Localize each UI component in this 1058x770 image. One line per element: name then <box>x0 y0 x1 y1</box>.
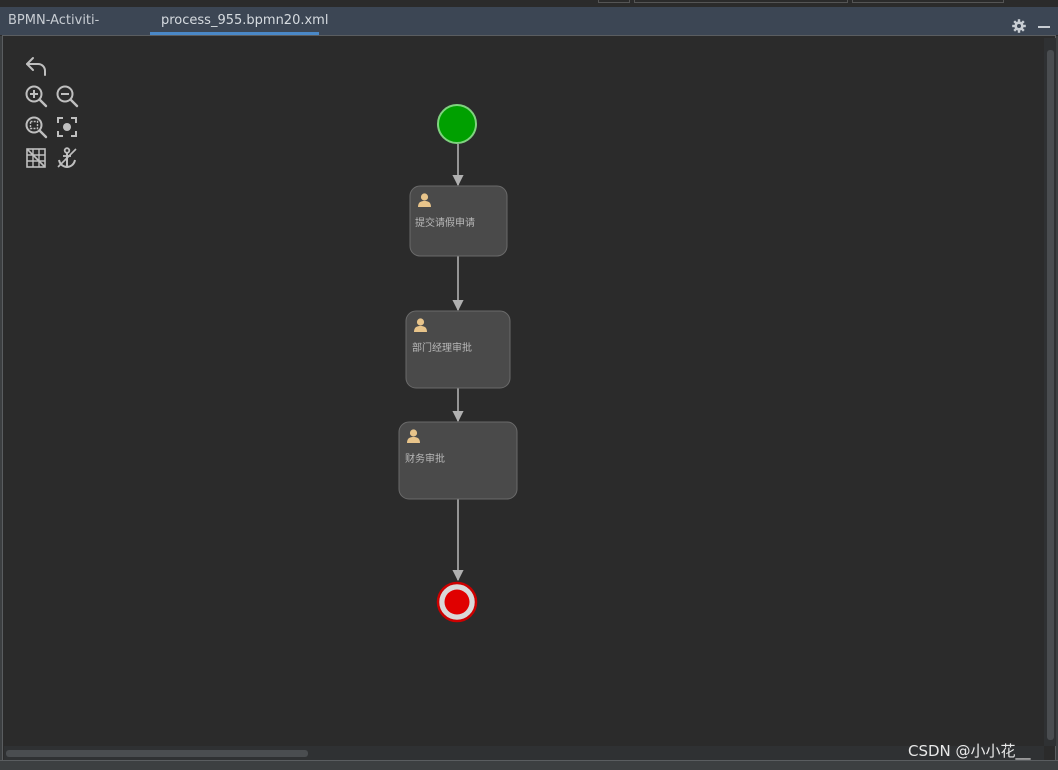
minimize-icon[interactable] <box>1038 18 1052 34</box>
tab-bpmn-activiti-diagram[interactable]: BPMN-Activiti-Diagram <box>0 7 150 55</box>
watermark: CSDN @小小花__ <box>908 742 1031 760</box>
top-control[interactable] <box>852 0 1004 3</box>
start-event[interactable] <box>437 104 477 144</box>
horizontal-scrollbar[interactable] <box>4 746 1044 760</box>
vertical-scrollbar[interactable] <box>1044 38 1056 746</box>
bpmn-diagram: 提交请假申请 部门经理审批 财务审批 <box>398 104 518 623</box>
task-label: 提交请假申请 <box>415 216 475 229</box>
top-field[interactable] <box>634 0 848 3</box>
user-task[interactable]: 部门经理审批 <box>405 310 511 389</box>
scroll-thumb[interactable] <box>1047 50 1054 740</box>
diagram-canvas[interactable]: 提交请假申请 部门经理审批 财务审批 <box>4 38 1044 746</box>
end-event[interactable] <box>436 581 478 623</box>
task-label: 部门经理审批 <box>412 341 472 354</box>
top-control[interactable] <box>598 0 630 3</box>
task-label: 财务审批 <box>405 452 445 465</box>
scroll-thumb[interactable] <box>6 750 308 757</box>
editor-tab-bar: BPMN-Activiti-Diagram process_955.bpmn20… <box>0 7 1058 55</box>
tab-label: process_955.bpmn20.xml <box>161 13 329 28</box>
window-top-strip <box>0 0 1058 7</box>
user-task[interactable]: 提交请假申请 <box>409 185 508 257</box>
gear-icon[interactable] <box>1011 18 1027 34</box>
user-task[interactable]: 财务审批 <box>398 421 518 500</box>
tab-process-file[interactable]: process_955.bpmn20.xml <box>150 7 328 35</box>
